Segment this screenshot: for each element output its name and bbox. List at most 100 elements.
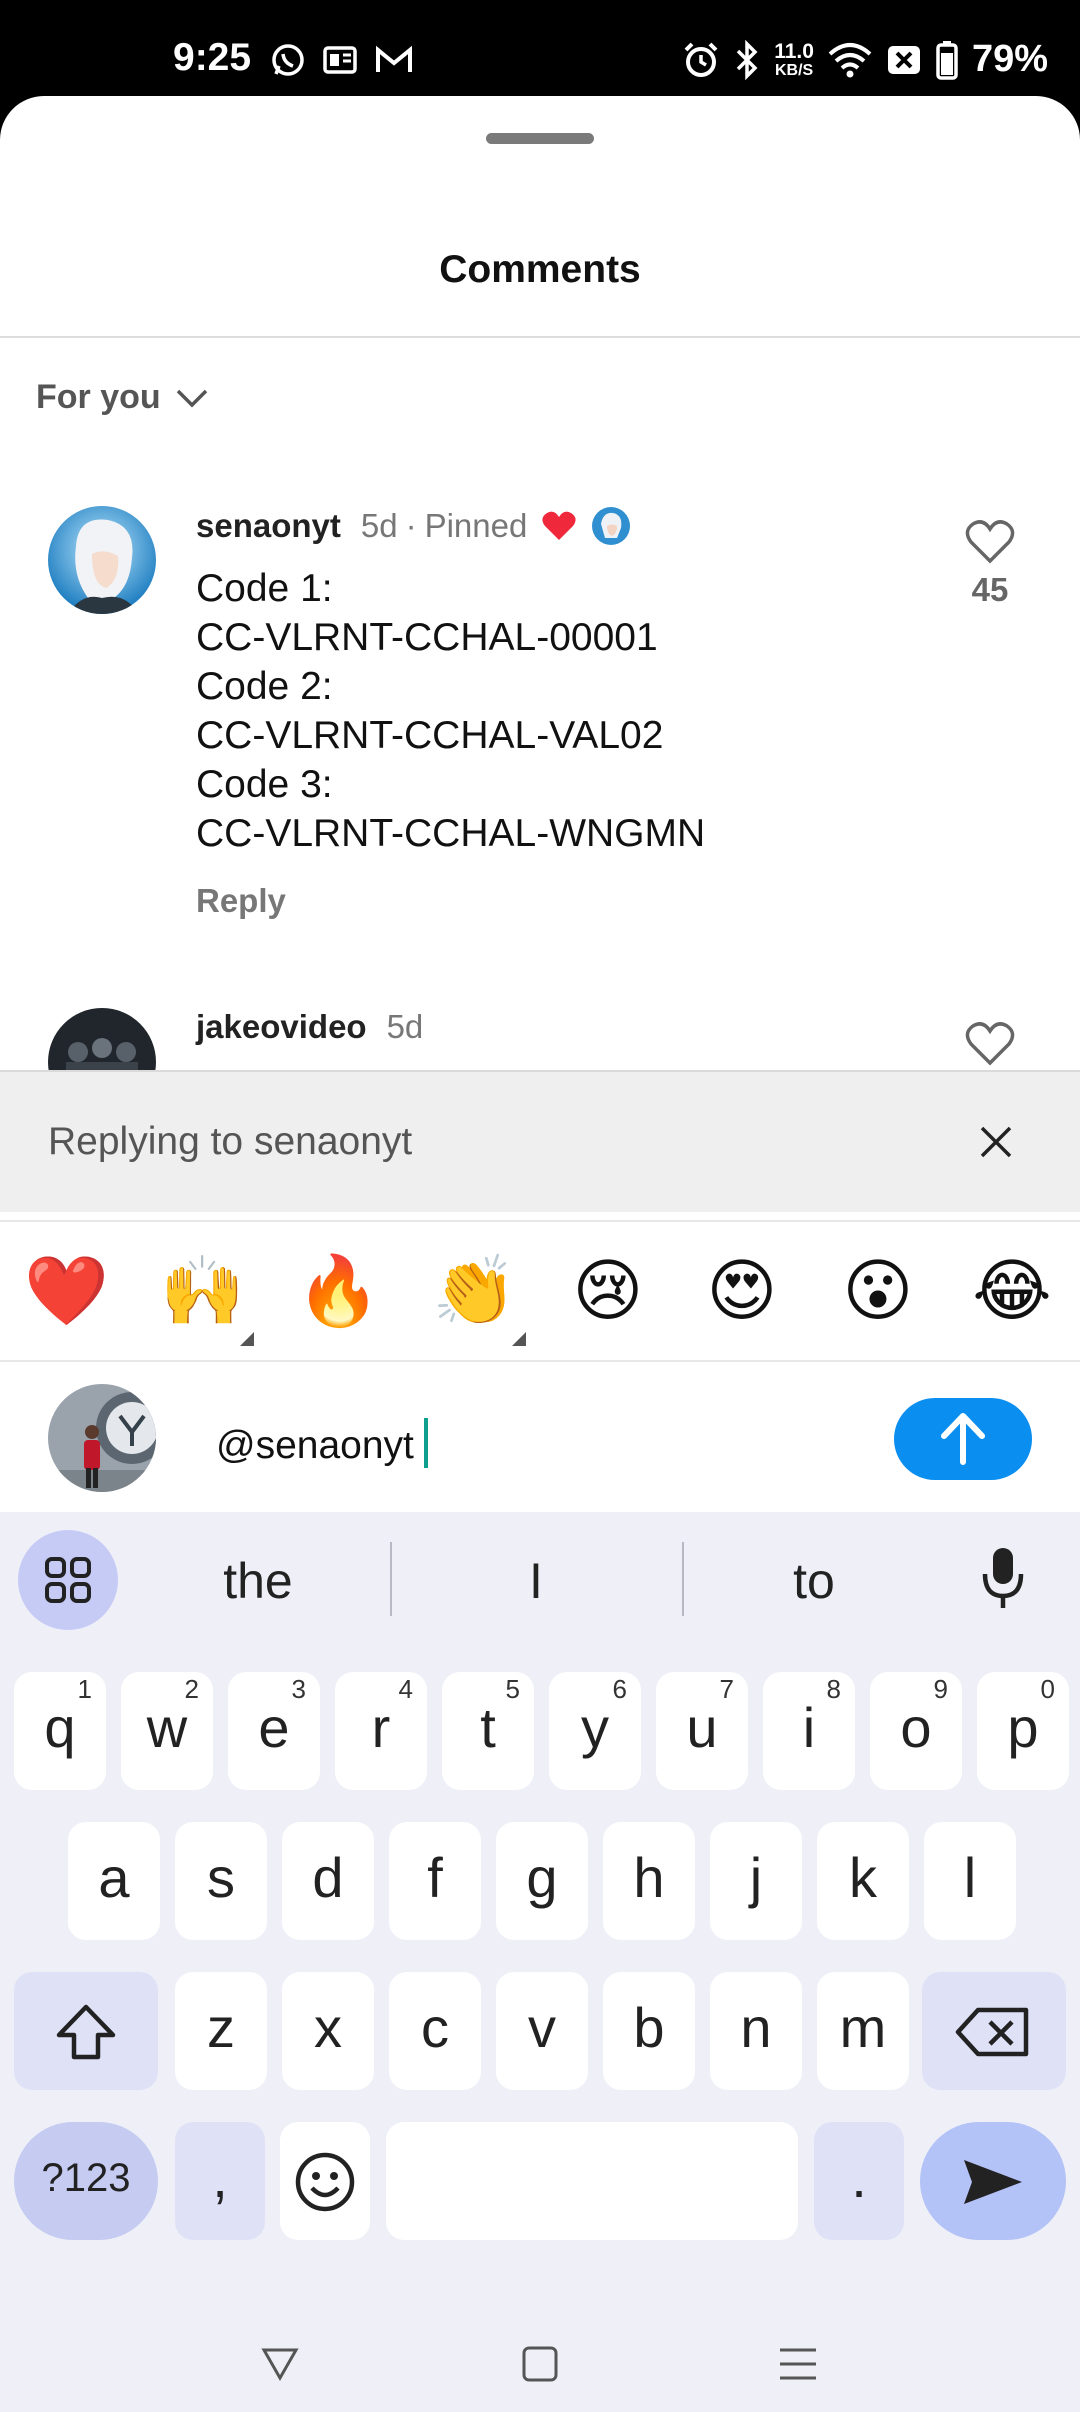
comment-sort-label: For you [36,378,161,416]
network-speed-unit: KB/S [774,61,814,79]
post-comment-button[interactable] [894,1398,1032,1480]
comment-line: CC-VLRNT-CCHAL-WNGMN [196,812,706,855]
emoji-raising-hands[interactable]: 🙌 [160,1250,245,1334]
shift-key[interactable] [14,1972,158,2090]
suggestion-2[interactable]: I [436,1552,636,1610]
period-key[interactable]: . [814,2122,904,2240]
key-hint: 1 [77,1674,92,1704]
back-triangle-icon[interactable] [260,2344,300,2384]
space-key[interactable] [386,2122,798,2240]
key-a[interactable]: a [68,1822,160,1940]
home-square-icon[interactable] [520,2344,560,2384]
key-y[interactable]: y6 [549,1672,641,1790]
key-hint: 8 [826,1674,841,1704]
key-label: i [802,1696,816,1759]
quick-emoji-bar: ❤️ 🙌 🔥 👏 😢 😍 😮 😂 [0,1220,1080,1362]
comment-line: Code 1: [196,567,333,610]
key-r[interactable]: r4 [335,1672,427,1790]
recents-menu-icon[interactable] [778,2344,818,2384]
system-icons: 11.0 KB/S 79% [682,38,1048,81]
news-icon [323,46,357,74]
meta-separator: · [405,507,417,544]
pinned-label: Pinned [424,507,528,544]
alarm-icon [684,42,718,77]
comment-line: CC-VLRNT-CCHAL-VAL02 [196,714,664,757]
key-j[interactable]: j [710,1822,802,1940]
skin-tone-indicator [240,1332,254,1346]
key-p[interactable]: p0 [977,1672,1069,1790]
key-o[interactable]: o9 [870,1672,962,1790]
replying-to-bar: Replying to senaonyt [0,1070,1080,1212]
key-z[interactable]: z [175,1972,267,2090]
wifi-icon [828,42,872,77]
reply-button[interactable]: Reply [196,882,705,920]
send-icon [964,2160,1022,2205]
emoji-heart[interactable]: ❤️ [24,1250,109,1334]
backspace-key[interactable] [922,1972,1066,2090]
like-area: 45 [950,520,1030,609]
key-m[interactable]: m [817,1972,909,2090]
emoji-laughing[interactable]: 😂 [970,1250,1054,1334]
comment-line: Code 2: [196,665,333,708]
enter-send-key[interactable] [920,2122,1066,2240]
backspace-icon [955,2007,1029,2057]
heart-outline-icon[interactable] [965,1022,1015,1066]
comment-body: jakeovideo 5d [196,1008,423,1046]
sheet-drag-handle[interactable] [486,133,594,144]
key-q[interactable]: q1 [14,1672,106,1790]
key-e[interactable]: e3 [228,1672,320,1790]
arrow-up-icon [941,1413,985,1465]
key-i[interactable]: i8 [763,1672,855,1790]
sheet-header: Comments [0,248,1080,294]
key-n[interactable]: n [710,1972,802,2090]
key-l[interactable]: l [924,1822,1016,1940]
key-s[interactable]: s [175,1822,267,1940]
comment-item: senaonyt 5d · Pinned Code 1: CC-VLRNT-CC… [0,506,1080,1046]
status-time: 9:25 [173,36,252,79]
keyboard-menu-button[interactable] [18,1530,118,1630]
key-hint: 5 [505,1674,520,1704]
microphone-icon[interactable] [980,1544,1026,1614]
key-t[interactable]: t5 [442,1672,534,1790]
key-k[interactable]: k [817,1822,909,1940]
key-c[interactable]: c [389,1972,481,2090]
key-g[interactable]: g [496,1822,588,1940]
comment-input[interactable]: @senaonyt [216,1418,428,1468]
comment-username[interactable]: jakeovideo [196,1008,367,1046]
emoji-surprised[interactable]: 😮 [836,1250,920,1334]
comment-header: senaonyt 5d · Pinned [196,506,705,546]
key-u[interactable]: u7 [656,1672,748,1790]
comment-username[interactable]: senaonyt [196,507,341,545]
emoji-clapping[interactable]: 👏 [432,1250,517,1334]
key-h[interactable]: h [603,1822,695,1940]
symbols-key[interactable]: ?123 [14,2122,158,2240]
key-d[interactable]: d [282,1822,374,1940]
like-area [950,1022,1030,1071]
emoji-heart-eyes[interactable]: 😍 [700,1250,784,1334]
comma-key[interactable]: , [175,2122,265,2240]
key-b[interactable]: b [603,1972,695,2090]
key-x[interactable]: x [282,1972,374,2090]
key-f[interactable]: f [389,1822,481,1940]
key-w[interactable]: w2 [121,1672,213,1790]
soft-keyboard: the I to q1 w2 e3 r4 t5 y6 u7 i8 o9 p0 a… [0,1512,1080,2412]
page-title: Comments [439,248,641,291]
emoji-crying[interactable]: 😢 [566,1250,650,1334]
network-speed-value: 11.0 [774,39,814,63]
suggestion-1[interactable]: the [158,1552,358,1610]
close-icon[interactable] [972,1118,1020,1166]
notification-icons [270,42,414,78]
key-hint: 6 [612,1674,627,1704]
emoji-key[interactable] [280,2122,370,2240]
avatar[interactable] [48,506,156,614]
smiley-icon [295,2152,355,2212]
suggestion-3[interactable]: to [714,1552,914,1610]
battery-icon [936,40,958,80]
creator-heart-icon [542,511,576,540]
system-navigation-bar [0,2322,1080,2412]
emoji-fire[interactable]: 🔥 [296,1250,381,1334]
shift-icon [56,2004,116,2060]
heart-outline-icon[interactable] [965,520,1015,564]
comment-sort-dropdown[interactable]: For you [36,378,209,417]
key-v[interactable]: v [496,1972,588,2090]
